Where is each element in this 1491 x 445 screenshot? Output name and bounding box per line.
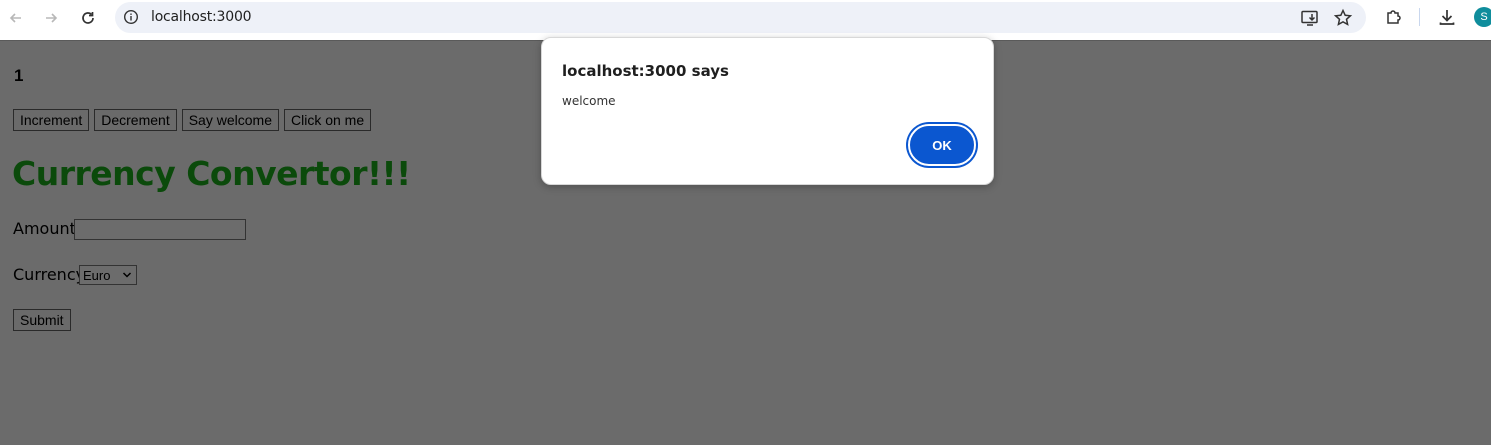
currency-selected-value: Euro bbox=[83, 267, 111, 283]
amount-input[interactable] bbox=[74, 219, 246, 240]
currency-select[interactable]: Euro bbox=[79, 265, 137, 285]
currency-label: Currency: bbox=[13, 265, 90, 284]
toolbar-separator bbox=[1419, 8, 1420, 26]
alert-dialog: localhost:3000 says welcome OK bbox=[541, 37, 994, 185]
increment-button[interactable]: Increment bbox=[13, 109, 90, 131]
amount-label: Amount: bbox=[13, 219, 82, 238]
profile-avatar[interactable]: S bbox=[1474, 7, 1491, 27]
forward-button[interactable] bbox=[39, 6, 63, 30]
install-app-icon[interactable] bbox=[1300, 8, 1320, 28]
button-row: Increment Decrement Say welcome Click on… bbox=[13, 109, 372, 131]
download-icon[interactable] bbox=[1437, 7, 1457, 27]
arrow-left-icon bbox=[9, 13, 21, 23]
click-on-me-button[interactable]: Click on me bbox=[283, 109, 372, 131]
chevron-down-icon bbox=[122, 272, 132, 278]
url-text: localhost:3000 bbox=[151, 9, 252, 25]
submit-button[interactable]: Submit bbox=[13, 309, 71, 331]
info-icon[interactable] bbox=[123, 9, 139, 25]
decrement-button[interactable]: Decrement bbox=[94, 109, 177, 131]
dialog-message: welcome bbox=[562, 94, 616, 108]
reload-button[interactable] bbox=[76, 6, 100, 30]
arrow-right-icon bbox=[46, 13, 58, 23]
back-button[interactable] bbox=[4, 6, 28, 30]
puzzle-icon[interactable] bbox=[1384, 7, 1404, 27]
ok-button[interactable]: OK bbox=[908, 124, 976, 166]
address-bar[interactable]: localhost:3000 bbox=[115, 2, 1366, 33]
browser-toolbar: localhost:3000 S bbox=[0, 0, 1491, 41]
counter-value: 1 bbox=[14, 66, 24, 85]
say-welcome-button[interactable]: Say welcome bbox=[181, 109, 279, 131]
dialog-title: localhost:3000 says bbox=[562, 62, 729, 80]
reload-icon bbox=[82, 12, 94, 24]
star-icon[interactable] bbox=[1333, 8, 1353, 28]
page-title: Currency Convertor!!! bbox=[12, 154, 411, 193]
